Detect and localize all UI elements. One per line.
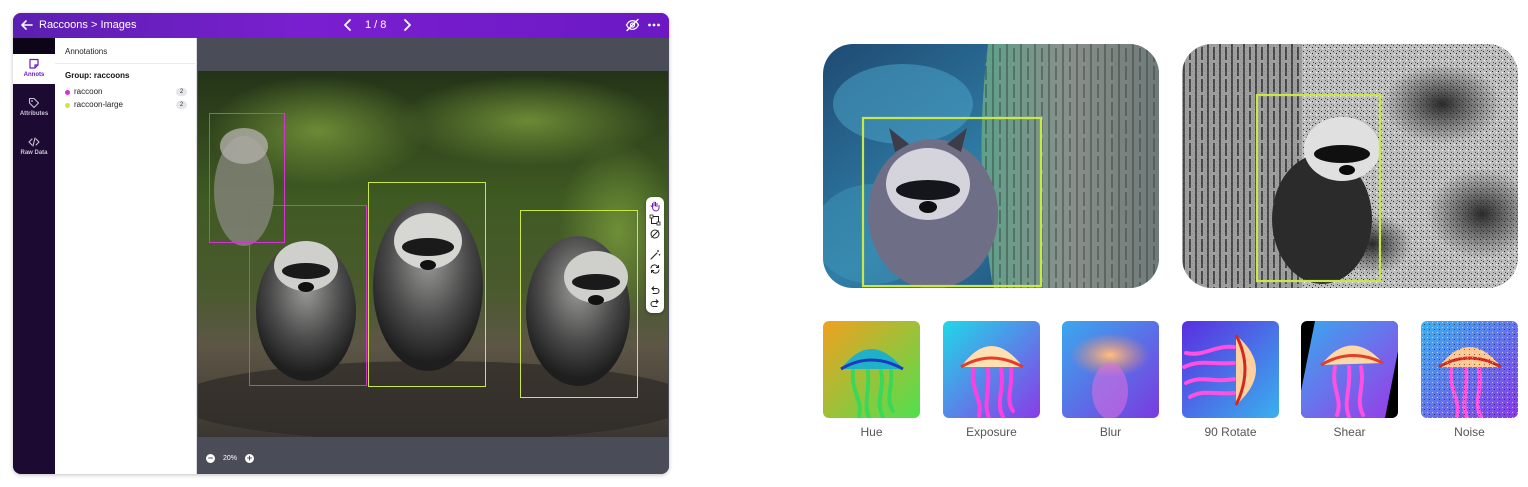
magic-wand-icon[interactable]: [649, 249, 661, 261]
class-color-dot: [65, 103, 70, 108]
chevron-left-icon[interactable]: [343, 18, 353, 32]
class-count-badge: 2: [176, 101, 187, 109]
augmentation-thumb-exposure[interactable]: [943, 321, 1040, 418]
image-canvas[interactable]: − 20% +: [197, 38, 669, 474]
sidebar-item-label: Raw Data: [20, 150, 48, 156]
annotations-panel: Annotations Group: raccoons raccoon 2 ra…: [55, 38, 197, 474]
augmentation-label: Noise: [1454, 425, 1485, 439]
class-name: raccoon-large: [74, 100, 123, 109]
augmentation-thumb-shear[interactable]: [1301, 321, 1398, 418]
jellyfish-blur-art: [1062, 321, 1159, 418]
breadcrumb[interactable]: Raccoons > Images: [39, 19, 137, 31]
class-item-raccoon-large[interactable]: raccoon-large 2: [65, 100, 189, 111]
jellyfish-exposure-art: [943, 321, 1040, 418]
class-item-raccoon[interactable]: raccoon 2: [65, 87, 189, 98]
sidebar-item-attributes[interactable]: Attributes: [13, 93, 55, 123]
zoom-out-button[interactable]: −: [206, 454, 215, 463]
sidebar-item-annots[interactable]: Annots: [13, 54, 55, 84]
augmentation-label: Hue: [860, 425, 883, 439]
annotation-app-window: Raccoons > Images 1 / 8 Annots Attribute…: [13, 13, 669, 474]
bounding-box-icon[interactable]: [649, 214, 661, 226]
redo-icon[interactable]: [649, 297, 661, 309]
bounding-box-raccoon-large[interactable]: [520, 210, 638, 398]
more-options-icon[interactable]: [647, 18, 661, 32]
undo-icon[interactable]: [649, 284, 661, 296]
divider: [55, 63, 197, 64]
bounding-box-raccoon-large[interactable]: [368, 182, 486, 387]
back-arrow-icon[interactable]: [20, 18, 34, 32]
augmented-image-grayscale-art: [1182, 44, 1518, 288]
code-icon: [28, 137, 40, 147]
group-heading: Group: raccoons: [65, 71, 130, 80]
jellyfish-rotate-art: [1182, 321, 1279, 418]
bounding-box-raccoon[interactable]: [249, 205, 367, 386]
panel-title: Annotations: [65, 47, 108, 56]
augmentation-label: Blur: [1099, 425, 1122, 439]
polygon-icon[interactable]: [649, 228, 661, 240]
jellyfish-noise-art: [1421, 321, 1518, 418]
top-bar: Raccoons > Images 1 / 8: [13, 13, 669, 38]
class-color-dot: [65, 90, 70, 95]
sidebar: Annots Attributes Raw Data: [13, 38, 55, 474]
augmented-image-color: [823, 44, 1159, 288]
zoom-in-button[interactable]: +: [245, 454, 254, 463]
image-counter: 1 / 8: [365, 19, 387, 31]
hand-icon[interactable]: [649, 200, 661, 212]
sidebar-item-raw-data[interactable]: Raw Data: [13, 132, 55, 162]
augmentation-thumb-hue[interactable]: [823, 321, 920, 418]
sidebar-item-label: Attributes: [19, 111, 49, 117]
chevron-right-icon[interactable]: [402, 18, 412, 32]
augmented-image-grayscale: [1182, 44, 1518, 288]
augmentation-thumb-noise[interactable]: [1421, 321, 1518, 418]
jellyfish-hue-art: [823, 321, 920, 418]
class-count-badge: 2: [176, 88, 187, 96]
augmentation-thumb-blur[interactable]: [1062, 321, 1159, 418]
eye-off-icon[interactable]: [625, 18, 640, 32]
sidebar-item-label: Annots: [23, 72, 45, 78]
repeat-icon[interactable]: [649, 263, 661, 275]
augmentation-label: Exposure: [966, 425, 1017, 439]
augmented-image-color-art: [823, 44, 1159, 288]
class-name: raccoon: [74, 87, 103, 96]
note-icon: [29, 58, 39, 69]
augmentation-label: Shear: [1333, 425, 1366, 439]
zoom-level: 20%: [222, 455, 237, 462]
annotation-toolbar: [646, 197, 664, 313]
jellyfish-shear-art: [1301, 321, 1398, 418]
raccoon-photo[interactable]: [198, 71, 668, 437]
augmentation-thumb-90-rotate[interactable]: [1182, 321, 1279, 418]
tag-icon: [28, 97, 40, 109]
augmentation-label: 90 Rotate: [1204, 425, 1257, 439]
